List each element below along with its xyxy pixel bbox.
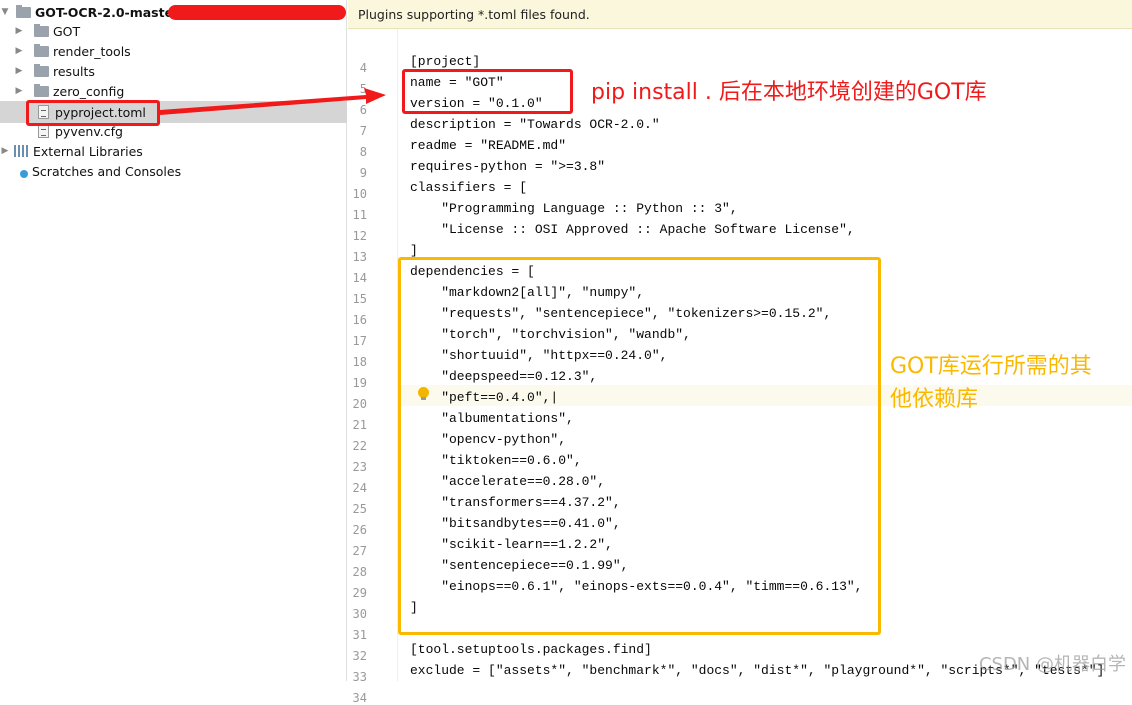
line-number: 34 (352, 691, 367, 705)
yellow-annotation-text-1: GOT库运行所需的其 (890, 354, 1092, 379)
yellow-annotation-text-2: 他依赖库 (890, 387, 979, 412)
red-annotation-text: pip install . 后在本地环境创建的GOT库 (591, 80, 987, 105)
highlight-box-name-version (402, 69, 573, 114)
highlight-box-dependencies (398, 257, 881, 635)
watermark: CSDN @机器白学 (978, 654, 1126, 675)
